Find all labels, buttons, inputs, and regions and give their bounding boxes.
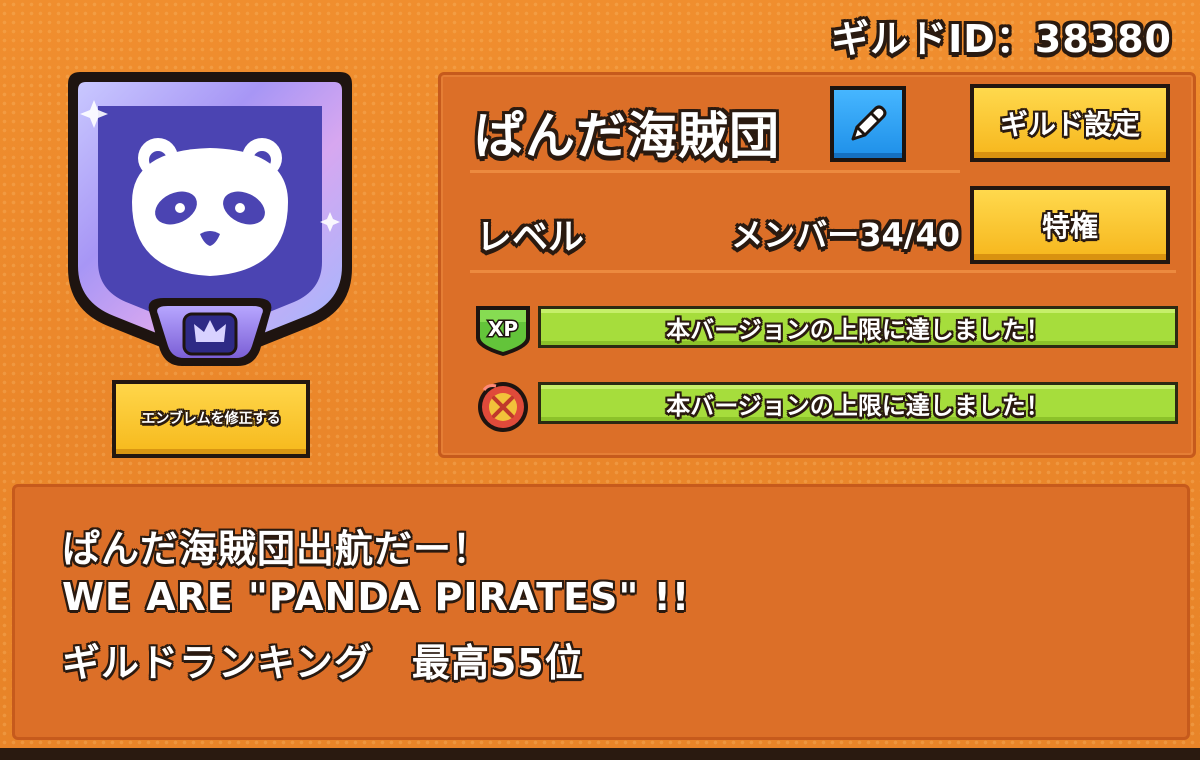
level-label: レベル	[476, 217, 585, 258]
trophy-cap-status: 本バージョンの上限に達しました！	[538, 382, 1178, 424]
description-line: WE ARE "PANDA PIRATES" !!	[62, 575, 691, 619]
guild-settings-button[interactable]: ギルド設定	[970, 84, 1170, 162]
privilege-button[interactable]: 特権	[970, 186, 1170, 264]
divider	[470, 270, 1176, 273]
crossed-swords-medal-icon	[478, 382, 528, 432]
edit-emblem-button[interactable]: エンブレムを修正する	[112, 380, 310, 458]
trophy-cap-row: 本バージョンの上限に達しました！	[470, 378, 1180, 432]
description-line: ぱんだ海賊団出航だー！	[62, 527, 492, 571]
edit-name-button[interactable]	[830, 86, 906, 162]
pencil-icon	[851, 105, 887, 141]
description-line: ギルドランキング 最高55位	[62, 641, 584, 685]
guild-name: ぱんだ海賊団	[474, 107, 780, 165]
xp-cap-row: XP 本バージョンの上限に達しました！	[470, 302, 1180, 356]
xp-cap-status: 本バージョンの上限に達しました！	[538, 306, 1178, 348]
member-count: メンバー34/40	[731, 216, 960, 254]
guild-id-text: ギルドID：38380	[831, 17, 1172, 61]
xp-icon-text: XP	[488, 317, 518, 341]
guild-emblem[interactable]	[54, 62, 366, 384]
divider	[470, 170, 960, 173]
bottom-edge	[0, 748, 1200, 760]
panda-face-icon	[68, 72, 352, 366]
xp-badge-icon: XP	[476, 306, 530, 356]
